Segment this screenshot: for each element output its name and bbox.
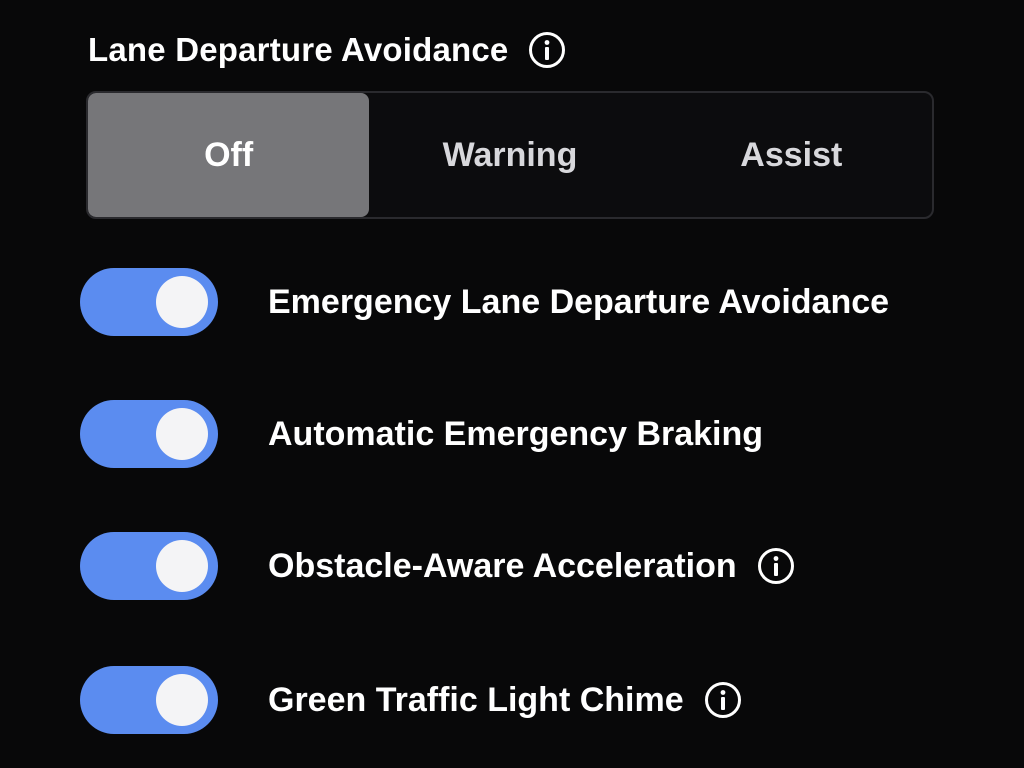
segment-assist[interactable]: Assist <box>651 93 932 217</box>
toggle-row-obstacle-aware-acceleration: Obstacle-Aware Acceleration <box>80 530 795 602</box>
lane-departure-title: Lane Departure Avoidance <box>88 31 509 68</box>
info-icon[interactable] <box>704 681 742 719</box>
emergency-lane-departure-label: Emergency Lane Departure Avoidance <box>268 282 890 321</box>
info-icon[interactable] <box>528 31 566 69</box>
lane-departure-header: Lane Departure Avoidance <box>88 28 566 72</box>
segment-warning[interactable]: Warning <box>369 93 650 217</box>
toggle-knob <box>156 276 208 328</box>
toggle-knob <box>156 408 208 460</box>
segment-off[interactable]: Off <box>88 93 370 217</box>
automatic-emergency-braking-label: Automatic Emergency Braking <box>268 414 764 453</box>
green-traffic-light-chime-toggle[interactable] <box>80 666 218 734</box>
toggle-knob <box>156 540 208 592</box>
automatic-emergency-braking-toggle[interactable] <box>80 400 218 468</box>
obstacle-aware-acceleration-toggle[interactable] <box>80 532 218 600</box>
toggle-row-automatic-emergency-braking: Automatic Emergency Braking <box>80 398 763 470</box>
lane-departure-mode-selector: Off Warning Assist <box>86 91 934 219</box>
info-icon[interactable] <box>757 547 795 585</box>
obstacle-aware-acceleration-label: Obstacle-Aware Acceleration <box>268 546 737 585</box>
toggle-row-green-traffic-light-chime: Green Traffic Light Chime <box>80 664 742 736</box>
emergency-lane-departure-toggle[interactable] <box>80 268 218 336</box>
green-traffic-light-chime-label: Green Traffic Light Chime <box>268 680 684 719</box>
toggle-row-emergency-lane-departure: Emergency Lane Departure Avoidance <box>80 266 889 338</box>
toggle-knob <box>156 674 208 726</box>
